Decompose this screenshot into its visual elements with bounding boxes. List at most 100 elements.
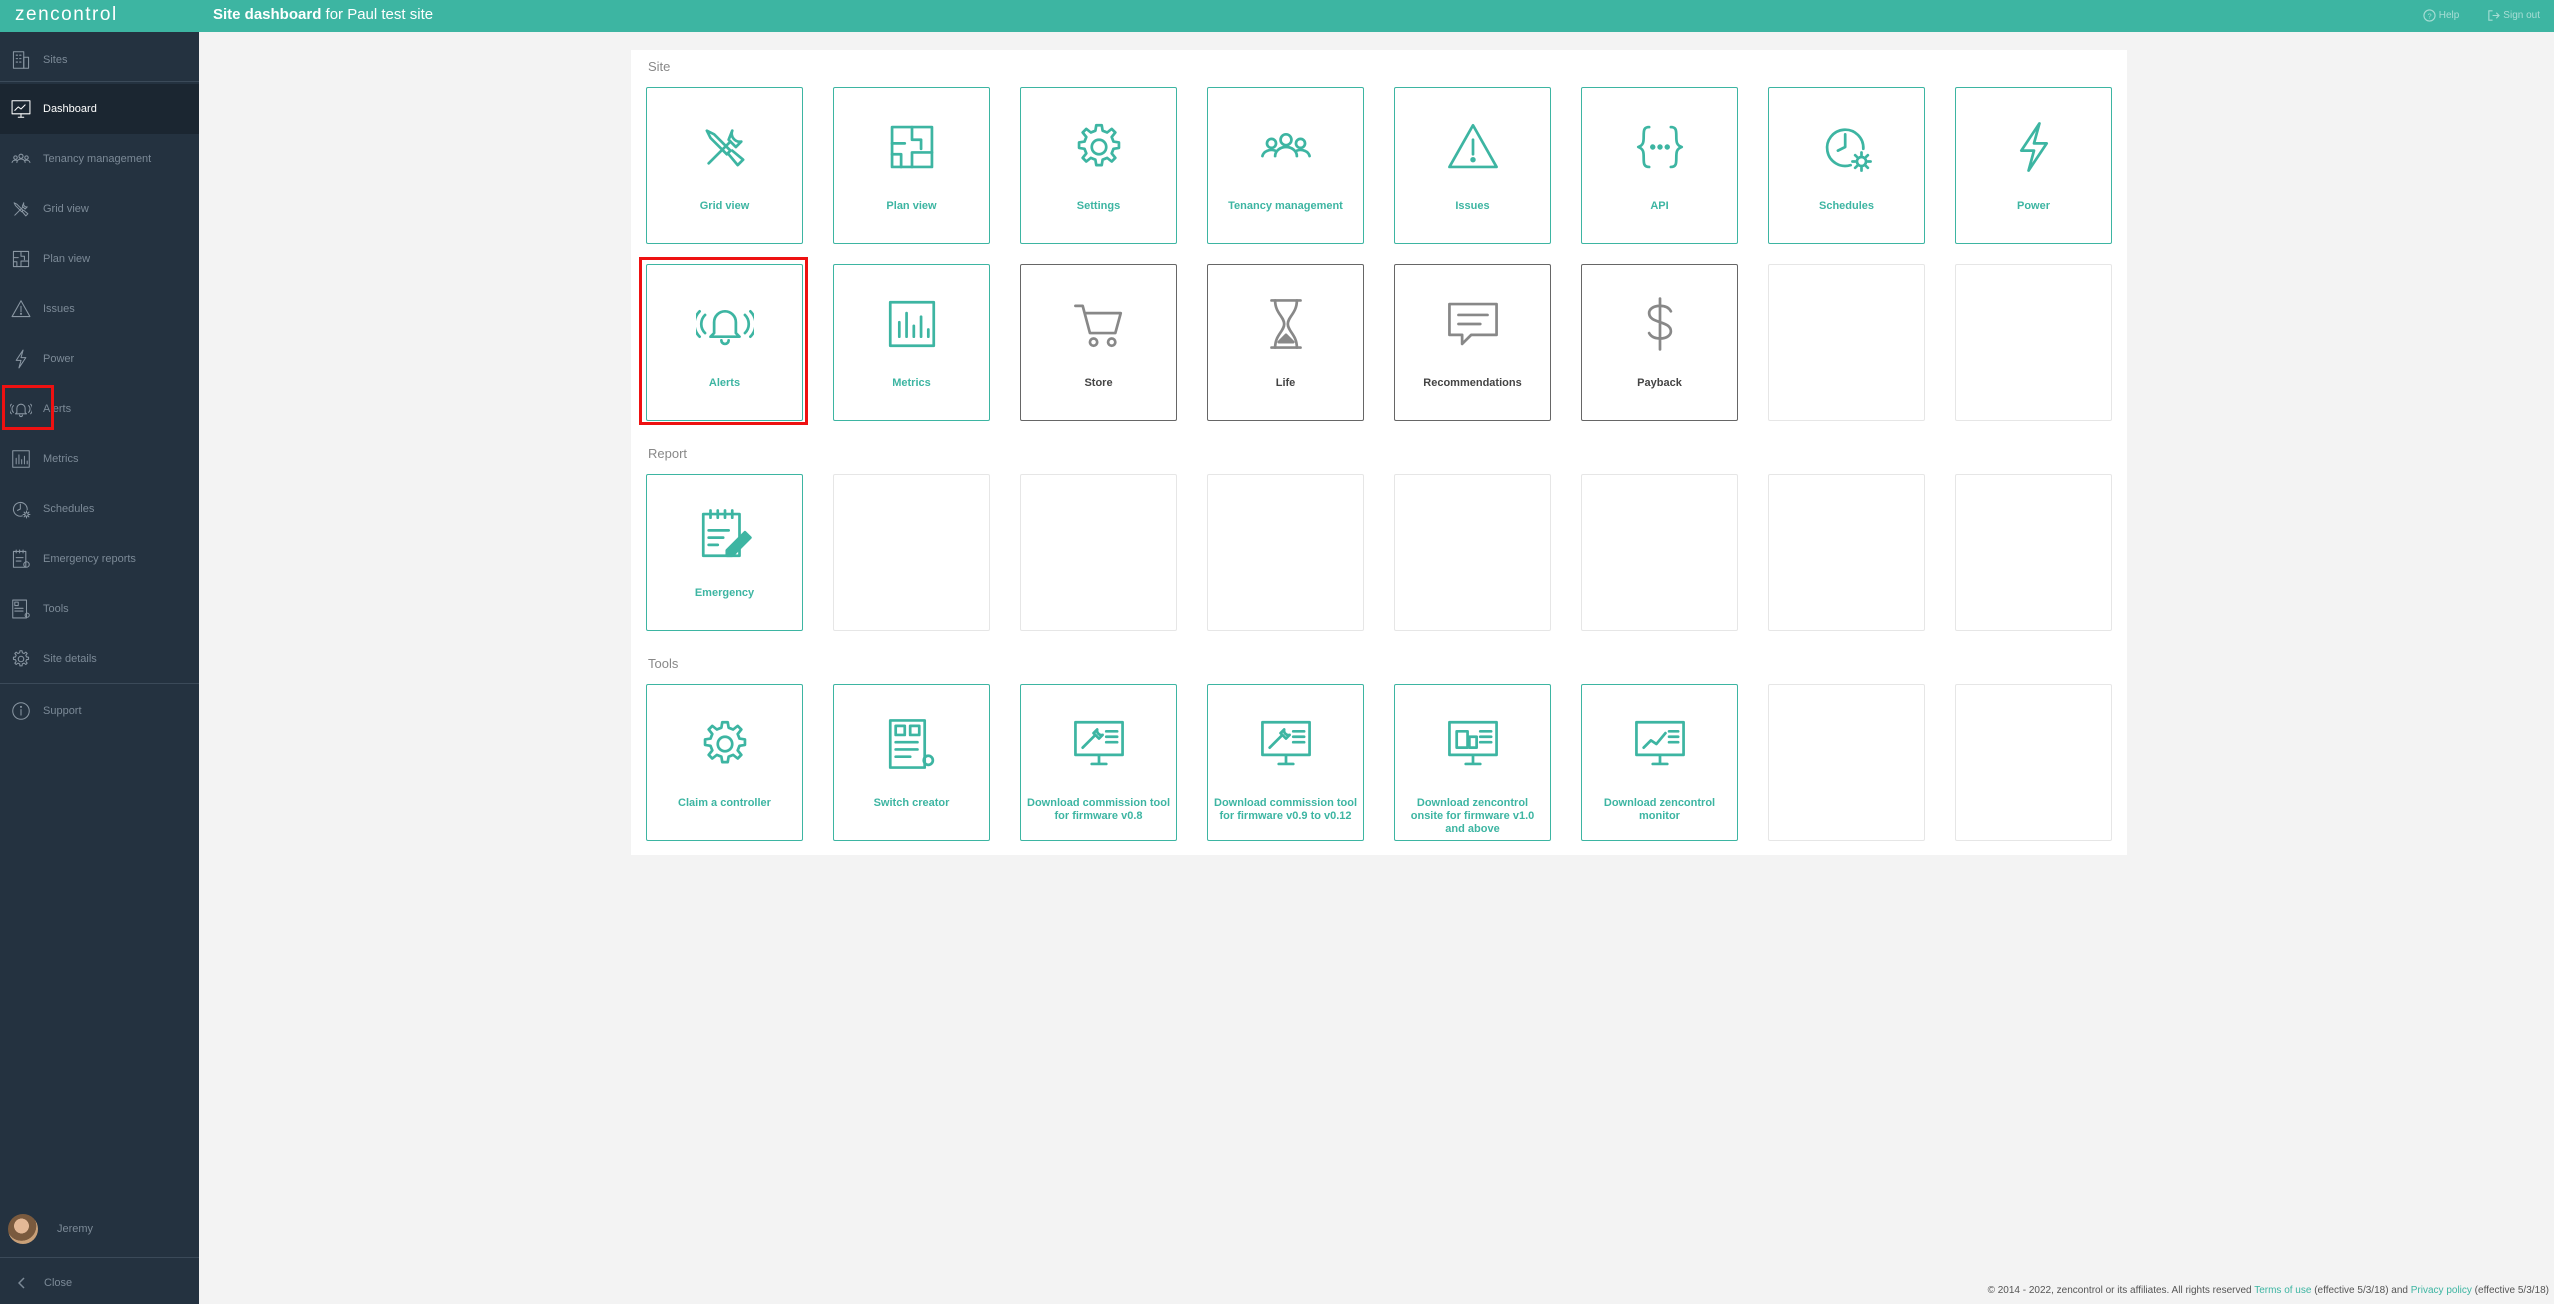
bolt-icon [9,347,33,371]
logo[interactable]: zencontrol [15,4,118,26]
sidebar-divider [0,1257,199,1258]
tile-switch-creator[interactable]: Switch creator [833,684,990,841]
sidebar-item-emergency-reports[interactable]: Emergency reports [0,534,199,584]
sidebar-item-tools[interactable]: Tools [0,584,199,634]
sidebar-item-grid-view[interactable]: Grid view [0,184,199,234]
warning-icon [9,297,33,321]
empty-tile [1955,684,2112,841]
tile-label: Download commission tool for firmware v0… [1027,797,1171,822]
user-profile[interactable]: Jeremy [8,1214,93,1244]
tile-label: Recommendations [1423,377,1522,389]
tile-schedules[interactable]: Schedules [1768,87,1925,244]
plan-icon [9,247,33,271]
clock-gear-icon [9,497,33,521]
tile-label: Settings [1076,200,1121,212]
empty-tile [1768,264,1925,421]
empty-tile [833,474,990,631]
bolt-icon [2005,118,2063,176]
tile-download-zencontrol-monitor[interactable]: Download zencontrol monitor [1581,684,1738,841]
sidebar-item-label: Site details [43,653,97,665]
info-icon [9,699,33,723]
people-icon [1257,118,1315,176]
comment-icon [1444,295,1502,353]
sidebar-item-label: Plan view [43,253,91,265]
sidebar-item-sites[interactable]: Sites [0,35,199,85]
user-name: Jeremy [57,1223,94,1235]
help-link[interactable]: ? Help [2423,9,2459,22]
sidebar-item-power[interactable]: Power [0,334,199,384]
api-icon [1631,118,1689,176]
tile-download-zencontrol-onsite-for-firmware-v1-0-and-above[interactable]: Download zencontrol onsite for firmware … [1394,684,1551,841]
sidebar-alerts-highlight [2,385,54,430]
footer: © 2014 - 2022, zencontrol or its affilia… [1987,1285,2549,1296]
monitor-chart-icon [1631,715,1689,773]
chevron-left-icon [18,1277,25,1289]
tile-plan-view[interactable]: Plan view [833,87,990,244]
privacy-link[interactable]: Privacy policy [2411,1285,2472,1296]
svg-text:?: ? [2427,11,2431,20]
sidebar-item-label: Issues [43,303,75,315]
tile-api[interactable]: API [1581,87,1738,244]
tile-label: Download zencontrol monitor [1603,797,1716,822]
tile-label: Metrics [892,377,931,389]
sidebar-item-label: Support [43,705,82,717]
chart-icon [9,447,33,471]
sidebar-item-plan-view[interactable]: Plan view [0,234,199,284]
alerts-tile-highlight [639,257,808,425]
sidebar-item-metrics[interactable]: Metrics [0,434,199,484]
monitor-tool-icon [1257,715,1315,773]
tile-grid-view[interactable]: Grid view [646,87,803,244]
sidebar-item-site-details[interactable]: Site details [0,634,199,684]
terms-link[interactable]: Terms of use [2254,1285,2311,1296]
sidebar-item-label: Grid view [43,203,89,215]
tile-settings[interactable]: Settings [1020,87,1177,244]
tile-issues[interactable]: Issues [1394,87,1551,244]
sidebar-item-support[interactable]: Support [0,686,199,736]
tile-label: Download commission tool for firmware v0… [1214,797,1358,822]
sidebar-item-label: Dashboard [43,103,97,115]
sidebar-item-label: Schedules [43,503,95,515]
section-site-label: Site [648,59,671,74]
tile-tenancy-management[interactable]: Tenancy management [1207,87,1364,244]
sidebar-item-label: Metrics [43,453,79,465]
sidebar-item-issues[interactable]: Issues [0,284,199,334]
sidebar-item-label: Tenancy management [43,153,152,165]
sidebar-item-schedules[interactable]: Schedules [0,484,199,534]
sidebar-item-tenancy-management[interactable]: Tenancy management [0,134,199,184]
empty-tile [1581,474,1738,631]
sidebar-item-label: Tools [43,603,69,615]
tile-label: Power [2016,200,2050,212]
clock-gear-icon [1818,118,1876,176]
tile-power[interactable]: Power [1955,87,2112,244]
emergency-report-icon [696,505,754,563]
tile-metrics[interactable]: Metrics [833,264,990,421]
tile-life[interactable]: Life [1207,264,1364,421]
tile-download-commission-tool-for-firmware-v0-8[interactable]: Download commission tool for firmware v0… [1020,684,1177,841]
sidebar-item-dashboard[interactable]: Dashboard [0,84,199,134]
dollar-icon [1631,295,1689,353]
report-icon [9,547,33,571]
section-tools-label: Tools [648,656,679,671]
sidebar-item-label: Power [43,353,75,365]
sidebar-item-label: Sites [43,54,68,66]
tile-label: Store [1084,377,1113,389]
tile-label: Plan view [886,200,937,212]
tile-emergency[interactable]: Emergency [646,474,803,631]
sidebar-item-label: Emergency reports [43,553,136,565]
empty-tile [1955,264,2112,421]
sidebar: Jeremy Close Sites Dashboard Tenancy manag… [0,32,199,1304]
dashboard-icon [9,97,33,121]
tile-download-commission-tool-for-firmware-v0-9-to-v0-12[interactable]: Download commission tool for firmware v0… [1207,684,1364,841]
close-sidebar-button[interactable]: Close [18,1277,72,1289]
tile-label: Issues [1455,200,1490,212]
toolbox-icon [9,597,33,621]
empty-tile [1768,474,1925,631]
tile-label: Grid view [699,200,750,212]
tile-recommendations[interactable]: Recommendations [1394,264,1551,421]
sign-out-link[interactable]: Sign out [2487,9,2540,22]
tile-store[interactable]: Store [1020,264,1177,421]
tile-claim-a-controller[interactable]: Claim a controller [646,684,803,841]
tools-icon [9,197,33,221]
tile-payback[interactable]: Payback [1581,264,1738,421]
top-bar: zencontrol Site dashboard for Paul test … [0,0,2554,32]
